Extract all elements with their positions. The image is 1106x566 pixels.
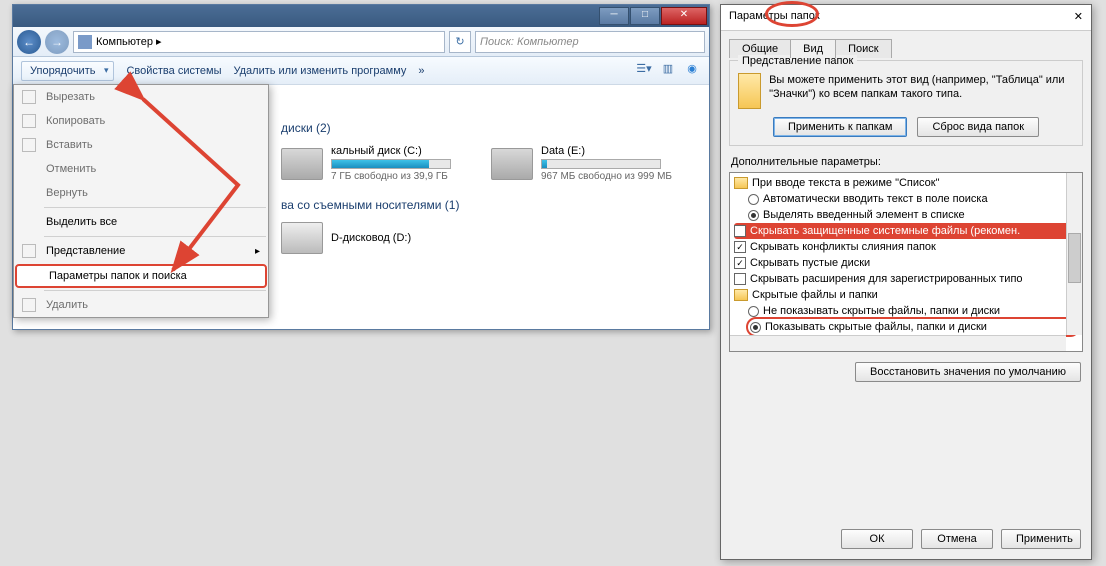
cut-icon: [22, 90, 36, 104]
tree-opt-hide-merge[interactable]: Скрывать конфликты слияния папок: [750, 241, 936, 253]
radio-icon[interactable]: [748, 306, 759, 317]
dvd-drive[interactable]: D-дисковод (D:): [281, 222, 693, 254]
scroll-thumb[interactable]: [1068, 233, 1081, 283]
forward-button[interactable]: →: [45, 30, 69, 54]
search-input[interactable]: Поиск: Компьютер: [475, 31, 705, 53]
back-button[interactable]: ←: [17, 30, 41, 54]
paste-icon: [22, 138, 36, 152]
checkbox-icon[interactable]: [734, 225, 746, 237]
reset-folders-button[interactable]: Сброс вида папок: [917, 117, 1039, 137]
organize-menu-button[interactable]: Упорядочить: [21, 61, 114, 81]
ok-button[interactable]: ОК: [841, 529, 913, 549]
explorer-window: ─ □ ✕ ← → Компьютер ▸ ↻ Поиск: Компьютер…: [12, 4, 710, 330]
menu-layout[interactable]: Представление: [14, 239, 268, 263]
folder-icon: [734, 177, 748, 189]
advanced-settings-tree[interactable]: При вводе текста в режиме "Список" Автом…: [729, 172, 1083, 352]
minimize-button[interactable]: ─: [599, 7, 629, 25]
organize-menu: Вырезать Копировать Вставить Отменить Ве…: [13, 84, 269, 318]
radio-icon[interactable]: [750, 322, 761, 333]
menu-cut[interactable]: Вырезать: [14, 85, 268, 109]
drive-icon: [281, 148, 323, 180]
menu-undo[interactable]: Отменить: [14, 157, 268, 181]
address-bar[interactable]: Компьютер ▸: [73, 31, 445, 53]
breadcrumb[interactable]: Компьютер ▸: [96, 35, 162, 48]
restore-defaults-button[interactable]: Восстановить значения по умолчанию: [855, 362, 1081, 382]
radio-icon[interactable]: [748, 210, 759, 221]
menu-redo[interactable]: Вернуть: [14, 181, 268, 205]
tree-opt-dont-show-hidden[interactable]: Не показывать скрытые файлы, папки и дис…: [763, 305, 1000, 317]
computer-icon: [78, 35, 92, 49]
dvd-label: D-дисковод (D:): [331, 232, 411, 244]
apply-to-folders-button[interactable]: Применить к папкам: [773, 117, 908, 137]
content-pane: диски (2) кальный диск (C:) 7 ГБ свободн…: [269, 113, 705, 325]
maximize-button[interactable]: □: [630, 7, 660, 25]
help-icon[interactable]: ◉: [683, 62, 701, 80]
tree-opt-auto-search[interactable]: Автоматически вводить текст в поле поиск…: [763, 193, 988, 205]
folder-views-group: Представление папок Вы можете применить …: [729, 60, 1083, 146]
apply-button[interactable]: Применить: [1001, 529, 1081, 549]
preview-pane-icon[interactable]: ▥: [659, 62, 677, 80]
checkbox-icon[interactable]: [734, 273, 746, 285]
nav-bar: ← → Компьютер ▸ ↻ Поиск: Компьютер: [13, 27, 709, 57]
dvd-icon: [281, 222, 323, 254]
advanced-label: Дополнительные параметры:: [731, 156, 1081, 168]
folder-options-dialog: Параметры папок ✕ Общие Вид Поиск Предст…: [720, 4, 1092, 560]
dialog-titlebar: Параметры папок ✕: [721, 5, 1091, 31]
menu-select-all[interactable]: Выделить все: [14, 210, 268, 234]
system-properties-button[interactable]: Свойства системы: [126, 65, 221, 77]
titlebar: ─ □ ✕: [13, 5, 709, 27]
drive-e-label: Data (E:): [541, 145, 672, 157]
tree-opt-hide-system-files[interactable]: Скрывать защищенные системные файлы (рек…: [750, 225, 1020, 237]
tree-opt-hide-empty[interactable]: Скрывать пустые диски: [750, 257, 870, 269]
tab-strip: Общие Вид Поиск: [729, 31, 1091, 58]
close-button[interactable]: ✕: [661, 7, 707, 25]
drive-icon: [491, 148, 533, 180]
radio-icon[interactable]: [748, 194, 759, 205]
menu-paste[interactable]: Вставить: [14, 133, 268, 157]
view-toggle-icon[interactable]: ☰▾: [635, 62, 653, 80]
drive-c-label: кальный диск (C:): [331, 145, 451, 157]
tree-opt-select-typed[interactable]: Выделять введенный элемент в списке: [763, 209, 965, 221]
menu-delete[interactable]: Удалить: [14, 293, 268, 317]
command-bar: Упорядочить Свойства системы Удалить или…: [13, 57, 709, 85]
drive-e[interactable]: Data (E:) 967 МБ свободно из 999 МБ: [491, 145, 672, 182]
drive-e-status: 967 МБ свободно из 999 МБ: [541, 171, 672, 182]
checkbox-icon[interactable]: ✓: [734, 257, 746, 269]
folder-icon: [734, 289, 748, 301]
refresh-button[interactable]: ↻: [449, 31, 471, 53]
delete-icon: [22, 298, 36, 312]
tab-view[interactable]: Вид: [790, 39, 836, 58]
horizontal-scrollbar[interactable]: [730, 335, 1066, 351]
folder-views-text: Вы можете применить этот вид (например, …: [769, 73, 1074, 109]
hard-disks-header: диски (2): [281, 121, 693, 135]
copy-icon: [22, 114, 36, 128]
tree-group-hidden: Скрытые файлы и папки: [752, 289, 878, 301]
menu-folder-options[interactable]: Параметры папок и поиска: [15, 264, 267, 288]
removable-header: ва со съемными носителями (1): [281, 198, 693, 212]
dialog-title: Параметры папок: [729, 10, 820, 25]
layout-icon: [22, 244, 36, 258]
tree-group-input-mode: При вводе текста в режиме "Список": [752, 177, 939, 189]
cancel-button[interactable]: Отмена: [921, 529, 993, 549]
checkbox-icon[interactable]: ✓: [734, 241, 746, 253]
overflow-button[interactable]: »: [418, 65, 424, 77]
menu-copy[interactable]: Копировать: [14, 109, 268, 133]
dialog-close-button[interactable]: ✕: [1074, 10, 1083, 25]
tree-opt-hide-ext[interactable]: Скрывать расширения для зарегистрированн…: [750, 273, 1023, 285]
vertical-scrollbar[interactable]: [1066, 173, 1082, 335]
uninstall-program-button[interactable]: Удалить или изменить программу: [233, 65, 406, 77]
drive-c[interactable]: кальный диск (C:) 7 ГБ свободно из 39,9 …: [281, 145, 451, 182]
drive-c-status: 7 ГБ свободно из 39,9 ГБ: [331, 171, 451, 182]
folder-icon: [738, 73, 761, 109]
tree-opt-show-hidden[interactable]: Показывать скрытые файлы, папки и диски: [765, 321, 987, 333]
